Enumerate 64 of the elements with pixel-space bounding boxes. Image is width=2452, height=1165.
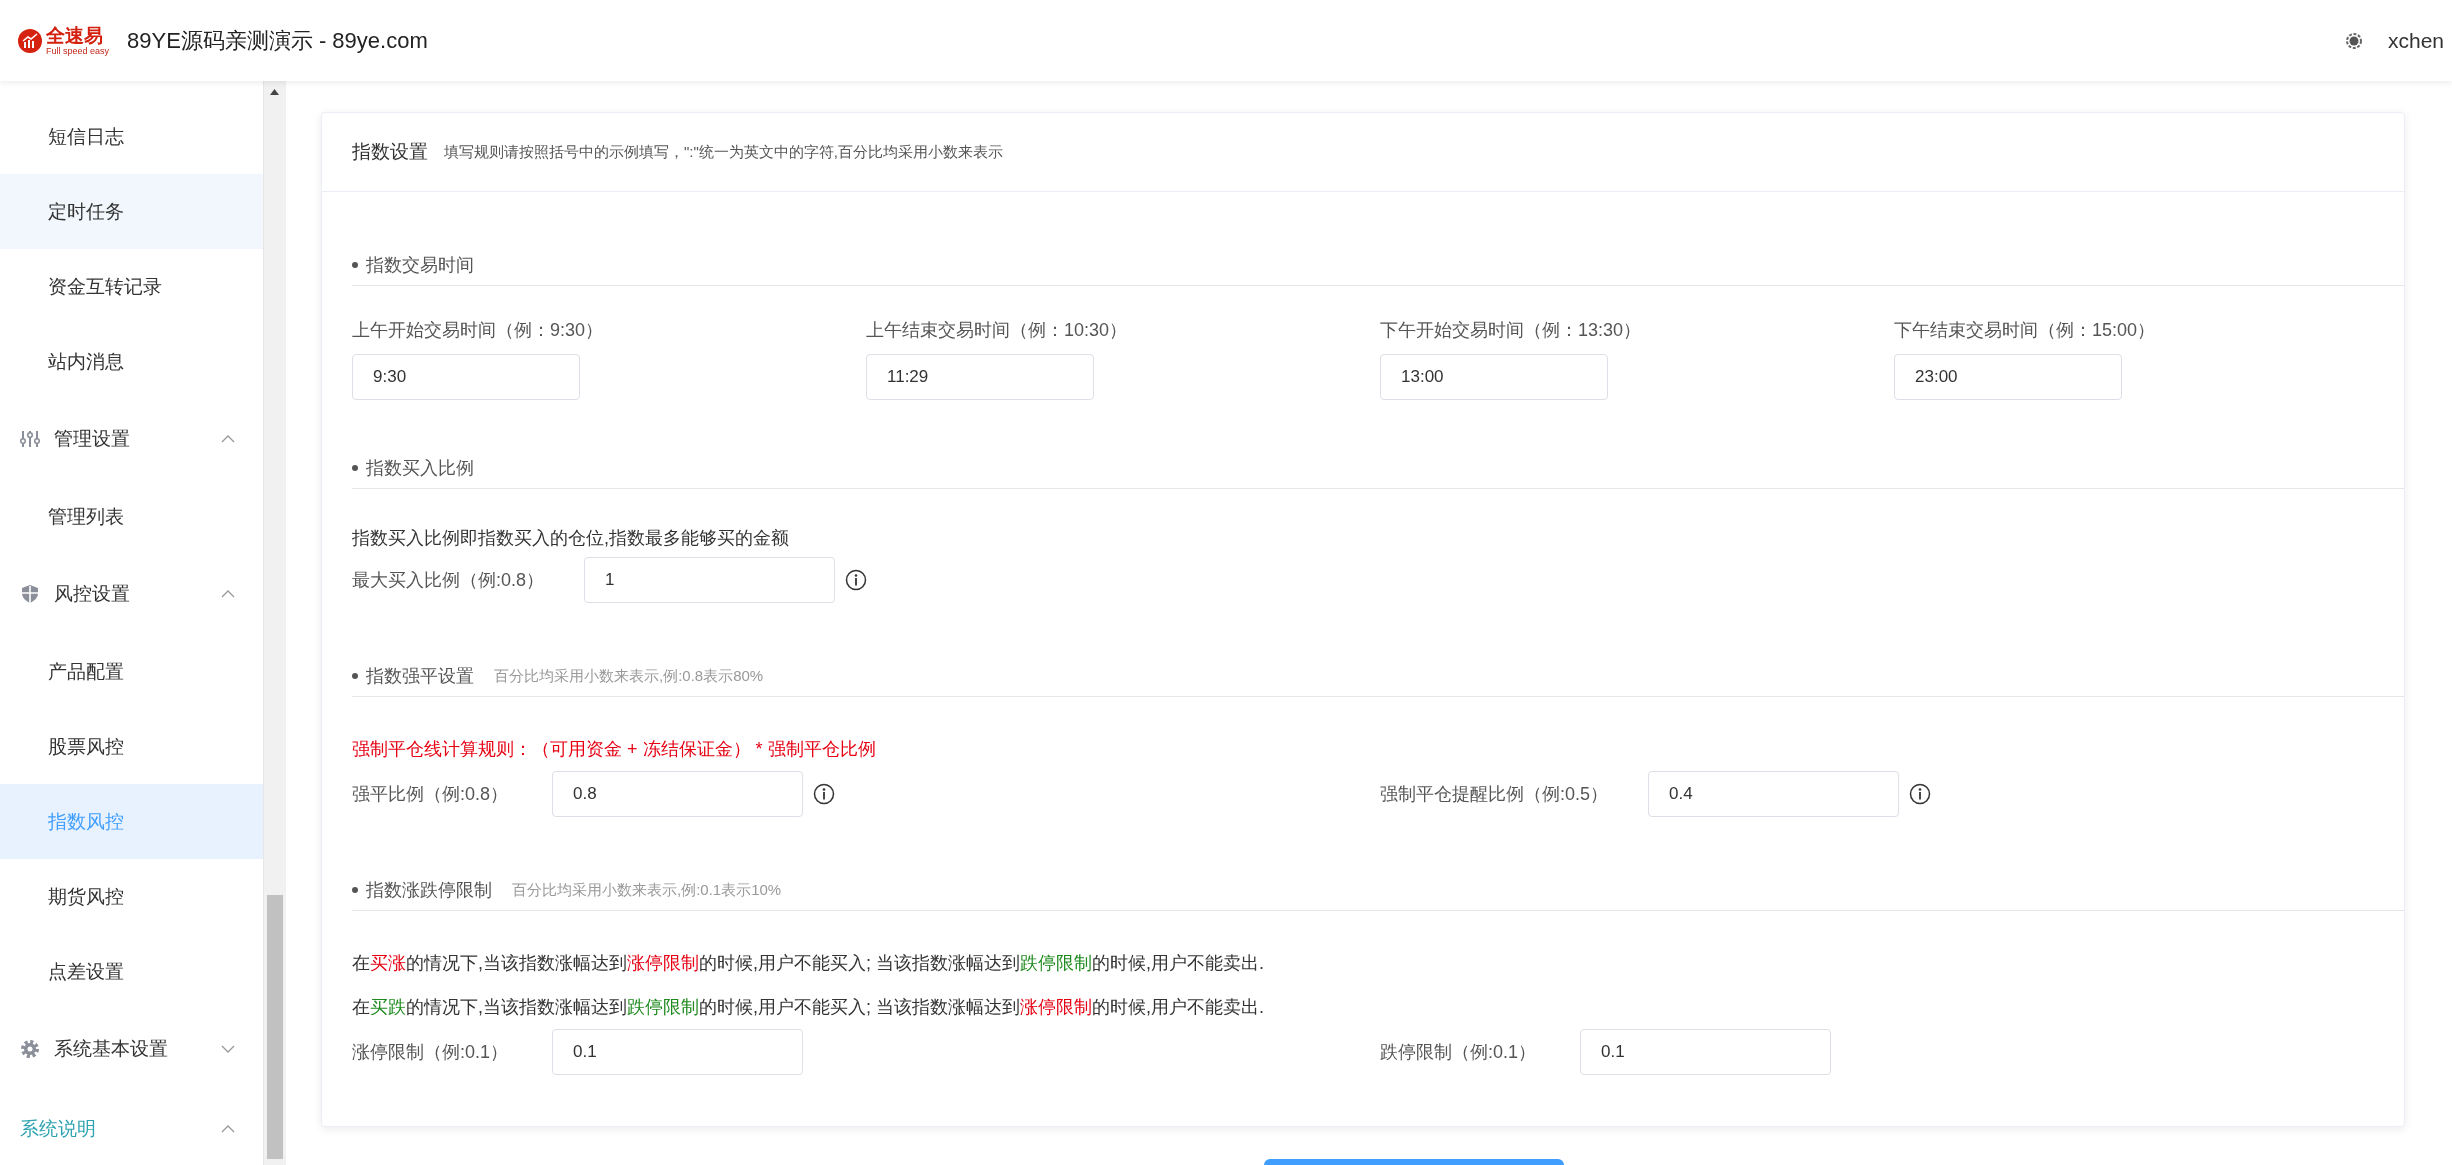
sidebar-item[interactable]: 期货风控 <box>0 859 263 934</box>
rule-text: 强制平仓线计算规则：（可用资金 + 冻结保证金） * 强制平仓比例 <box>352 738 877 761</box>
card-title: 指数设置 <box>352 140 428 164</box>
sidebar-group[interactable]: 风控设置 <box>0 554 263 634</box>
section-title: 指数强平设置 <box>366 665 474 688</box>
scrollbar-thumb[interactable] <box>267 895 283 1159</box>
input-field[interactable]: 0.8 <box>552 771 803 817</box>
rule-text: 在买涨的情况下,当该指数涨幅达到涨停限制的时候,用户不能买入; 当该指数涨幅达到跌停限制的时候,用户不能卖出. <box>352 952 1266 975</box>
input-field[interactable]: 0.1 <box>1580 1029 1831 1075</box>
input-field[interactable]: 9:30 <box>352 354 580 400</box>
scroll-up-icon[interactable] <box>270 89 279 95</box>
chevron-up-icon <box>221 435 235 443</box>
field-label: 跌停限制（例:0.1） <box>1380 1041 1538 1064</box>
sidebar-item[interactable]: 产品配置 <box>0 634 263 709</box>
field-label: 下午结束交易时间（例：15:00） <box>1894 319 2157 342</box>
shield-icon <box>20 584 40 604</box>
sidebar-item[interactable]: 定时任务 <box>0 174 263 249</box>
rule-text: 指数买入比例即指数买入的仓位,指数最多能够买的金额 <box>352 527 790 550</box>
user-name[interactable]: xchen <box>2387 28 2444 53</box>
info-icon <box>813 783 835 805</box>
bullet-icon <box>352 887 358 893</box>
field-label: 上午开始交易时间（例：9:30） <box>352 319 605 342</box>
sidebar-item[interactable]: 股票风控 <box>0 709 263 784</box>
input-field[interactable]: 13:00 <box>1380 354 1608 400</box>
input-field[interactable]: 1 <box>584 557 836 603</box>
sidebar-item[interactable]: 管理列表 <box>0 479 263 554</box>
chart-logo-icon <box>18 28 42 53</box>
section-title: 指数交易时间 <box>366 254 474 277</box>
field-label: 强平比例（例:0.8） <box>352 783 510 806</box>
input-field[interactable]: 23:00 <box>1894 354 2122 400</box>
bullet-icon <box>352 465 358 471</box>
section-hint: 百分比均采用小数来表示,例:0.1表示10% <box>512 880 782 900</box>
settings-icon[interactable] <box>2343 30 2364 51</box>
info-icon <box>1909 783 1932 805</box>
brand-tagline: Full speed easy <box>46 46 110 56</box>
chevron-down-icon <box>221 1045 235 1053</box>
chevron-up-icon <box>221 1125 235 1133</box>
field-label: 下午开始交易时间（例：13:30） <box>1380 319 1643 342</box>
bullet-icon <box>352 262 358 268</box>
sidebar-item[interactable]: 点差设置 <box>0 934 263 1009</box>
gear-icon <box>20 1039 40 1059</box>
field-label: 强制平仓提醒比例（例:0.5） <box>1380 783 1609 806</box>
sidebar-group[interactable]: 系统基本设置 <box>0 1009 263 1089</box>
field-label: 最大买入比例（例:0.8） <box>352 569 545 592</box>
rule-text: 在买跌的情况下,当该指数涨幅达到跌停限制的时候,用户不能买入; 当该指数涨幅达到涨停限制的时候,用户不能卖出. <box>352 996 1266 1019</box>
site-title: 89YE源码亲测演示 - 89ye.com <box>127 26 428 55</box>
field-label: 上午结束交易时间（例：10:30） <box>866 319 1129 342</box>
input-field[interactable]: 0.4 <box>1648 771 1900 817</box>
input-field[interactable]: 0.1 <box>552 1029 803 1075</box>
chevron-up-icon <box>221 590 235 598</box>
brand-name: 全速易 <box>46 25 104 45</box>
input-field[interactable]: 11:29 <box>866 354 1094 400</box>
bullet-icon <box>352 673 358 679</box>
sidebar-item[interactable]: 资金互转记录 <box>0 249 263 324</box>
section-title: 指数涨跌停限制 <box>366 879 492 902</box>
sidebar-item[interactable]: 站内消息 <box>0 324 263 399</box>
section-title: 指数买入比例 <box>366 457 474 480</box>
info-icon <box>845 569 868 591</box>
sliders-icon <box>20 429 40 449</box>
section-hint: 百分比均采用小数来表示,例:0.8表示80% <box>494 666 764 686</box>
field-label: 涨停限制（例:0.1） <box>352 1041 510 1064</box>
sidebar-group[interactable]: 管理设置 <box>0 399 263 479</box>
card-hint: 填写规则请按照括号中的示例填写，":"统一为英文中的字符,百分比均采用小数来表示 <box>444 142 1003 162</box>
sidebar-item[interactable]: 短信日志 <box>0 99 263 174</box>
